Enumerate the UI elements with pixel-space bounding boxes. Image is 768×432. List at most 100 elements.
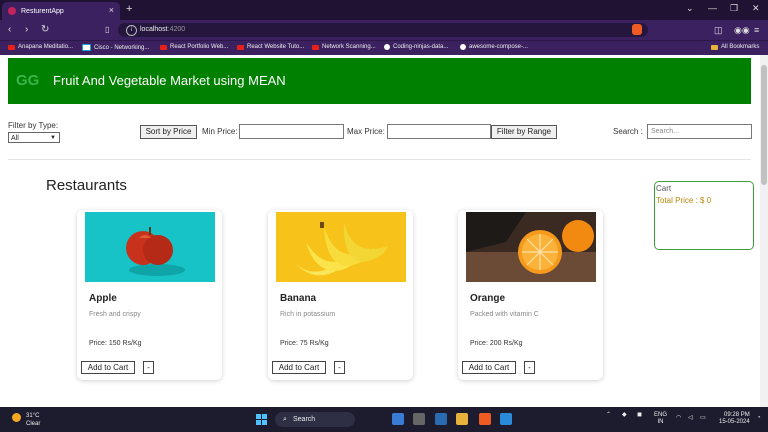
max-price-input[interactable] — [387, 124, 491, 139]
chevron-up-icon[interactable]: ⌃ — [606, 412, 611, 419]
apple-image — [85, 212, 215, 282]
product-description: Fresh and crispy — [89, 311, 141, 318]
page-content: GG Fruit And Vegetable Market using MEAN… — [0, 55, 760, 407]
youtube-icon — [237, 44, 244, 50]
product-card: Apple Fresh and crispy Price: 150 Rs/Kg … — [77, 210, 222, 380]
search-icon: ⌕ — [283, 416, 287, 423]
page-title: Fruit And Vegetable Market using MEAN — [53, 73, 286, 88]
tray-app-icon[interactable]: ◆ — [622, 412, 627, 419]
youtube-icon — [160, 44, 167, 50]
minimize-icon[interactable]: — — [708, 3, 717, 13]
search-input[interactable]: Search... — [647, 124, 752, 139]
bookmark-item[interactable]: Network Scanning... — [312, 44, 376, 50]
product-price: Price: 150 Rs/Kg — [89, 340, 142, 347]
weather-sun-icon[interactable] — [12, 413, 21, 422]
new-tab-icon[interactable]: + — [126, 3, 132, 15]
maximize-icon[interactable]: ❐ — [730, 3, 738, 14]
banana-image — [276, 212, 406, 282]
store-icon[interactable] — [435, 413, 447, 425]
product-price: Price: 75 Rs/Kg — [280, 340, 329, 347]
section-title: Restaurants — [46, 177, 127, 194]
taskbar: 31°C Clear ⌕ Search ⌃ ◆ ◼ ENG IN ◠ ◁ ▭ 0… — [0, 407, 768, 432]
header-banner: GG Fruit And Vegetable Market using MEAN — [8, 58, 751, 104]
notification-icon[interactable]: ◔ — [757, 415, 761, 422]
file-explorer-icon[interactable] — [456, 413, 468, 425]
bookmarks-bar: Anapana Meditatio... Cisco - Networking.… — [0, 40, 768, 55]
cart-title: Cart — [656, 184, 672, 193]
remove-from-cart-button[interactable]: - — [334, 361, 345, 374]
address-bar[interactable]: i localhost:4200 — [118, 23, 648, 37]
product-card: Banana Rich in potassium Price: 75 Rs/Kg… — [268, 210, 413, 380]
profile-glasses-icon[interactable]: ◉◉ — [734, 25, 750, 36]
product-name: Orange — [470, 293, 506, 304]
min-price-input[interactable] — [239, 124, 344, 139]
browser-tab[interactable]: ResturentApp × — [2, 2, 120, 20]
scrollbar-thumb[interactable] — [761, 65, 767, 185]
cart-panel: Cart Total Price : $ 0 — [654, 181, 754, 250]
filter-by-range-button[interactable]: Filter by Range — [491, 125, 557, 139]
sort-by-price-button[interactable]: Sort by Price — [140, 125, 197, 139]
chevron-down-icon: ▼ — [50, 135, 56, 141]
wifi-icon[interactable]: ◠ — [676, 415, 681, 422]
bookmark-page-icon[interactable]: ▯ — [105, 25, 109, 34]
menu-icon[interactable]: ≡ — [754, 25, 759, 35]
battery-icon[interactable]: ▭ — [700, 415, 706, 422]
volume-icon[interactable]: ◁ — [688, 415, 693, 422]
youtube-icon — [312, 44, 319, 50]
tray-app-icon[interactable]: ◼ — [637, 412, 642, 419]
chevron-down-icon[interactable]: ⌄ — [686, 3, 694, 14]
add-to-cart-button[interactable]: Add to Cart — [272, 361, 326, 374]
tab-title: ResturentApp — [21, 7, 64, 15]
add-to-cart-button[interactable]: Add to Cart — [462, 361, 516, 374]
bookmark-item[interactable]: Cisco - Networking... — [82, 44, 149, 51]
github-icon — [384, 44, 390, 50]
add-to-cart-button[interactable]: Add to Cart — [81, 361, 135, 374]
orange-image — [466, 212, 596, 282]
bookmark-item[interactable]: awesome-compose-... — [460, 44, 528, 50]
product-name: Apple — [89, 293, 117, 304]
product-name: Banana — [280, 293, 317, 304]
product-description: Rich in potassium — [280, 311, 336, 318]
youtube-icon — [8, 44, 15, 50]
back-icon[interactable]: ‹ — [8, 24, 11, 35]
gfg-logo-icon: GG — [16, 72, 40, 89]
folder-icon — [711, 44, 718, 50]
bookmark-item[interactable]: React Portfolio Web... — [160, 44, 228, 50]
remove-from-cart-button[interactable]: - — [143, 361, 154, 374]
all-bookmarks[interactable]: All Bookmarks — [711, 44, 759, 50]
reload-icon[interactable]: ↻ — [41, 24, 49, 35]
url-text[interactable]: localhost:4200 — [140, 26, 185, 33]
weather-widget[interactable]: 31°C Clear — [26, 412, 40, 428]
max-price-label: Max Price: — [347, 127, 385, 136]
task-view-icon[interactable] — [413, 413, 425, 425]
github-icon — [460, 44, 466, 50]
product-card: Orange Packed with vitamin C Price: 200 … — [458, 210, 603, 380]
close-window-icon[interactable]: ✕ — [752, 3, 760, 14]
clock[interactable]: 09:28 PM 15-05-2024 — [719, 412, 750, 426]
bookmark-item[interactable]: Anapana Meditatio... — [8, 44, 73, 50]
cisco-icon — [82, 44, 91, 51]
angular-icon — [8, 7, 16, 15]
product-price: Price: 200 Rs/Kg — [470, 340, 523, 347]
close-tab-icon[interactable]: × — [109, 5, 114, 15]
brave-shields-icon[interactable] — [632, 24, 642, 35]
cart-total-price: Total Price : $ 0 — [656, 196, 712, 205]
page-scrollbar[interactable] — [760, 55, 768, 407]
vscode-icon[interactable] — [500, 413, 512, 425]
windows-start-icon[interactable] — [256, 414, 267, 425]
product-description: Packed with vitamin C — [470, 311, 539, 318]
min-price-label: Min Price: — [202, 127, 238, 136]
brave-browser-icon[interactable] — [479, 413, 491, 425]
filter-type-label: Filter by Type: — [8, 121, 59, 130]
bookmark-item[interactable]: React Website Tuto... — [237, 44, 304, 50]
sidebar-icon[interactable]: ◫ — [714, 25, 723, 36]
language-indicator[interactable]: ENG IN — [654, 412, 667, 426]
bookmark-item[interactable]: Coding-ninjas-data... — [384, 44, 448, 50]
search-label: Search : — [613, 127, 643, 136]
copilot-icon[interactable] — [392, 413, 404, 425]
forward-icon[interactable]: › — [25, 24, 28, 35]
remove-from-cart-button[interactable]: - — [524, 361, 535, 374]
site-info-icon[interactable]: i — [126, 25, 137, 36]
filter-type-select[interactable]: All ▼ — [8, 132, 60, 143]
taskbar-search[interactable]: ⌕ Search — [275, 412, 355, 427]
